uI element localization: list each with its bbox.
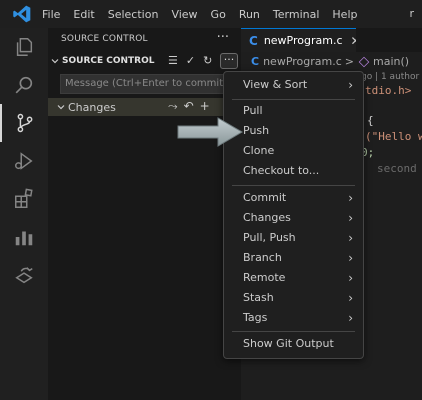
chevron-right-icon: › xyxy=(348,271,353,285)
chevron-down-icon xyxy=(57,105,65,110)
chart-icon[interactable] xyxy=(0,218,48,256)
menu-item-checkout[interactable]: Checkout to... xyxy=(224,161,363,181)
chevron-right-icon: › xyxy=(348,311,353,325)
changes-label: Changes xyxy=(68,100,116,114)
source-control-section-header[interactable]: SOURCE CONTROL ☰ ✓ ↻ xyxy=(48,52,241,70)
code-line-printf: ("Hello w xyxy=(365,130,422,143)
menu-item-branch[interactable]: Branch › xyxy=(224,248,363,268)
c-file-icon: C xyxy=(249,33,258,48)
title-bar: File Edit Selection View Go Run Terminal… xyxy=(0,0,422,28)
menu-item-show-git-output[interactable]: Show Git Output xyxy=(224,334,363,354)
source-control-panel: SOURCE CONTROL ··· SOURCE CONTROL ☰ ✓ ↻ … xyxy=(48,28,241,400)
chevron-right-icon: › xyxy=(348,78,353,92)
menu-item-label: Show Git Output xyxy=(243,337,334,350)
symbol-method-icon xyxy=(358,56,370,67)
panel-title: SOURCE CONTROL xyxy=(61,34,148,44)
menu-item-pull[interactable]: Pull xyxy=(224,101,363,121)
discard-all-icon[interactable]: ↶ xyxy=(184,99,194,114)
menu-item-label: Branch xyxy=(243,251,282,264)
c-file-icon: C xyxy=(251,55,260,68)
commit-message-input[interactable]: Message (Ctrl+Enter to commit on xyxy=(60,74,240,94)
menu-item-label: Clone xyxy=(243,144,275,157)
activity-bar xyxy=(0,28,48,400)
more-actions-button[interactable]: ··· xyxy=(220,53,238,69)
breadcrumb-symbol[interactable]: main() xyxy=(373,55,409,68)
menu-terminal[interactable]: Terminal xyxy=(273,8,320,21)
menu-item-label: Commit xyxy=(243,191,287,204)
chevron-right-icon: › xyxy=(348,251,353,265)
menu-separator xyxy=(232,331,355,332)
menu-help[interactable]: Help xyxy=(332,8,357,21)
annotation-arrow-icon xyxy=(177,117,243,147)
chevron-right-icon: › xyxy=(348,191,353,205)
tab-label: newProgram.c xyxy=(263,34,343,47)
menu-separator xyxy=(232,185,355,186)
menu-file[interactable]: File xyxy=(42,8,60,21)
menu-item-stash[interactable]: Stash › xyxy=(224,288,363,308)
chevron-down-icon xyxy=(51,59,59,64)
menu-run[interactable]: Run xyxy=(239,8,260,21)
menu-edit[interactable]: Edit xyxy=(73,8,94,21)
codelens-author[interactable]: go | 1 author xyxy=(361,72,419,82)
breadcrumb-separator: > xyxy=(344,55,354,68)
chevron-right-icon: › xyxy=(348,231,353,245)
code-line-ghost: second xyxy=(377,162,417,175)
menu-item-label: Stash xyxy=(243,291,274,304)
source-control-icon[interactable] xyxy=(0,104,48,142)
stage-all-icon[interactable]: + xyxy=(200,99,210,114)
menu-item-view-sort[interactable]: View & Sort › xyxy=(224,75,363,95)
menu-item-changes[interactable]: Changes › xyxy=(224,208,363,228)
vscode-logo-icon xyxy=(13,5,31,23)
open-changes-icon[interactable]: ⤳ xyxy=(168,99,178,114)
commit-check-icon[interactable]: ✓ xyxy=(186,54,195,67)
menu-item-label: Tags xyxy=(243,311,268,324)
remote-icon[interactable] xyxy=(0,256,48,294)
more-actions-context-menu: View & Sort › Pull Push Clone Checkout t… xyxy=(223,71,364,359)
menu-item-tags[interactable]: Tags › xyxy=(224,308,363,328)
tab-bar-empty xyxy=(356,28,422,52)
menu-view[interactable]: View xyxy=(171,8,197,21)
tab-newprogram[interactable]: C newProgram.c ✕ xyxy=(241,28,361,52)
breadcrumb: C newProgram.c > main() xyxy=(251,55,409,68)
extensions-icon[interactable] xyxy=(0,180,48,218)
menu-item-label: Push xyxy=(243,124,270,137)
menu-item-label: Changes xyxy=(243,211,291,224)
chevron-right-icon: › xyxy=(348,211,353,225)
view-as-tree-icon[interactable]: ☰ xyxy=(168,54,178,67)
menu-item-label: Pull xyxy=(243,104,263,117)
menu-item-pull-push[interactable]: Pull, Push › xyxy=(224,228,363,248)
refresh-icon[interactable]: ↻ xyxy=(203,54,212,67)
code-line-include: tdio.h> xyxy=(365,84,412,97)
menu-separator xyxy=(232,99,355,100)
menu-item-label: Checkout to... xyxy=(243,164,320,177)
search-icon[interactable] xyxy=(0,66,48,104)
changes-group-header[interactable]: Changes ⤳ ↶ + xyxy=(48,98,241,116)
menu-selection[interactable]: Selection xyxy=(108,8,159,21)
chevron-right-icon: › xyxy=(348,291,353,305)
menu-item-label: Remote xyxy=(243,271,286,284)
menu-item-clone[interactable]: Clone xyxy=(224,141,363,161)
menu-item-commit[interactable]: Commit › xyxy=(224,188,363,208)
menu-item-push[interactable]: Push xyxy=(224,121,363,141)
menu-item-label: Pull, Push xyxy=(243,231,296,244)
explorer-icon[interactable] xyxy=(0,28,48,66)
menu-item-label: View & Sort xyxy=(243,78,308,91)
panel-more-button[interactable]: ··· xyxy=(217,30,229,45)
breadcrumb-file[interactable]: newProgram.c xyxy=(263,55,342,68)
menu-go[interactable]: Go xyxy=(211,8,226,21)
section-title: SOURCE CONTROL xyxy=(62,56,155,66)
code-line-brace: { xyxy=(367,114,374,127)
menu-item-remote[interactable]: Remote › xyxy=(224,268,363,288)
run-debug-icon[interactable] xyxy=(0,142,48,180)
window-title-fragment: r xyxy=(409,7,414,20)
